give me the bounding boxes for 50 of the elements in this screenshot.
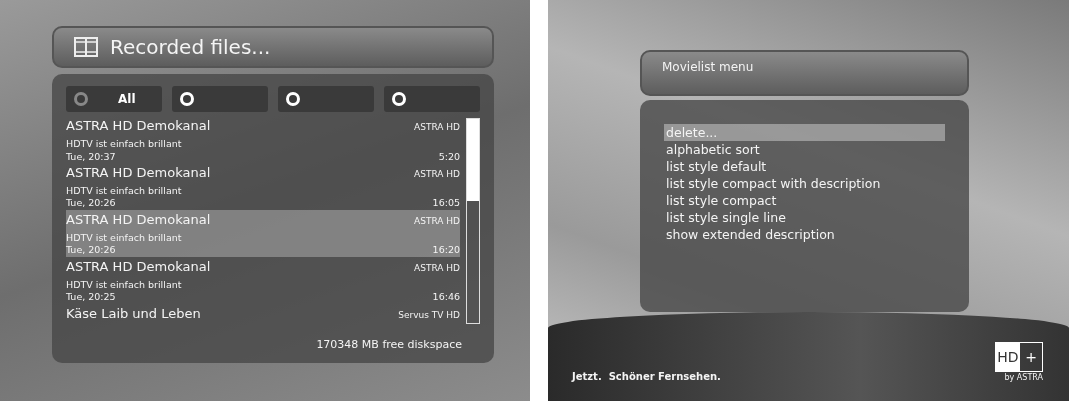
screen-title: Movielist menu <box>662 60 754 76</box>
filter-button[interactable] <box>384 86 480 112</box>
recording-item[interactable]: ASTRA HD Demokanal ASTRA HD HDTV ist einfach brillant Tue, 20:26 16:05 <box>66 162 460 210</box>
channel-name: ASTRA HD <box>414 122 460 134</box>
menu-item[interactable]: list style compact <box>664 192 945 209</box>
recording-date: Tue, 20:37 <box>66 150 116 163</box>
radio-icon <box>286 92 300 106</box>
recording-duration: 16:05 <box>432 197 460 210</box>
menu-item[interactable]: list style single line <box>664 209 945 226</box>
recording-duration: 16:46 <box>432 291 460 304</box>
recording-duration: 5:20 <box>438 150 460 163</box>
menu-item[interactable]: list style default <box>664 158 945 175</box>
recording-date: Tue, 20:26 <box>66 244 116 257</box>
recording-title: ASTRA HD Demokanal <box>66 163 211 182</box>
recording-description: HDTV ist einfach brillant <box>66 183 182 198</box>
channel-name: ASTRA HD <box>414 215 460 228</box>
recording-description: HDTV ist einfach brillant <box>66 136 182 151</box>
recording-title: ASTRA HD Demokanal <box>66 117 211 135</box>
recording-date: Tue, 20:25 <box>66 291 116 304</box>
recording-date: Tue, 20:26 <box>66 197 116 210</box>
logo-byline: by ASTRA <box>1004 372 1043 383</box>
scrollbar[interactable] <box>466 118 480 325</box>
filter-button[interactable]: All <box>66 86 162 112</box>
radio-icon <box>180 92 194 106</box>
menu-item[interactable]: alphabetic sort <box>664 141 945 158</box>
recording-description: HDTV ist einfach brillant <box>66 230 182 245</box>
menu-item[interactable]: list style compact with description <box>664 175 945 192</box>
free-space-text: 170348 MB free diskspace <box>316 338 462 353</box>
recording-item[interactable]: Käse Laib und Leben Servus TV HD <box>66 303 460 325</box>
recording-item[interactable]: ASTRA HD Demokanal ASTRA HD HDTV ist einfach brillant Tue, 20:37 5:20 <box>66 116 460 163</box>
scrollbar-thumb[interactable] <box>467 119 479 201</box>
filter-button[interactable] <box>172 86 268 112</box>
recording-item[interactable]: ASTRA HD Demokanal ASTRA HD HDTV ist einfach brillant Tue, 20:25 16:46 <box>66 256 460 304</box>
filter-button[interactable] <box>278 86 374 112</box>
menu-item[interactable]: show extended description <box>664 226 945 243</box>
screen-title: Recorded files... <box>110 34 271 60</box>
channel-name: Servus TV HD <box>398 309 460 322</box>
recording-duration: 16:20 <box>432 244 460 257</box>
film-icon <box>74 37 98 57</box>
channel-name: ASTRA HD <box>414 168 460 181</box>
radio-icon <box>74 92 88 106</box>
slogan-text: Jetzt. Schöner Fernsehen. <box>572 370 721 383</box>
recording-title: Käse Laib und Leben <box>66 304 201 323</box>
recording-title: ASTRA HD Demokanal <box>66 210 211 229</box>
channel-name: ASTRA HD <box>414 262 460 275</box>
logo: HD + <box>995 341 1043 372</box>
radio-icon <box>392 92 406 106</box>
recording-title: ASTRA HD Demokanal <box>66 257 211 276</box>
recording-description: HDTV ist einfach brillant <box>66 277 182 292</box>
recording-item[interactable]: ASTRA HD Demokanal ASTRA HD HDTV ist einfach brillant Tue, 20:26 16:20 <box>66 209 460 257</box>
